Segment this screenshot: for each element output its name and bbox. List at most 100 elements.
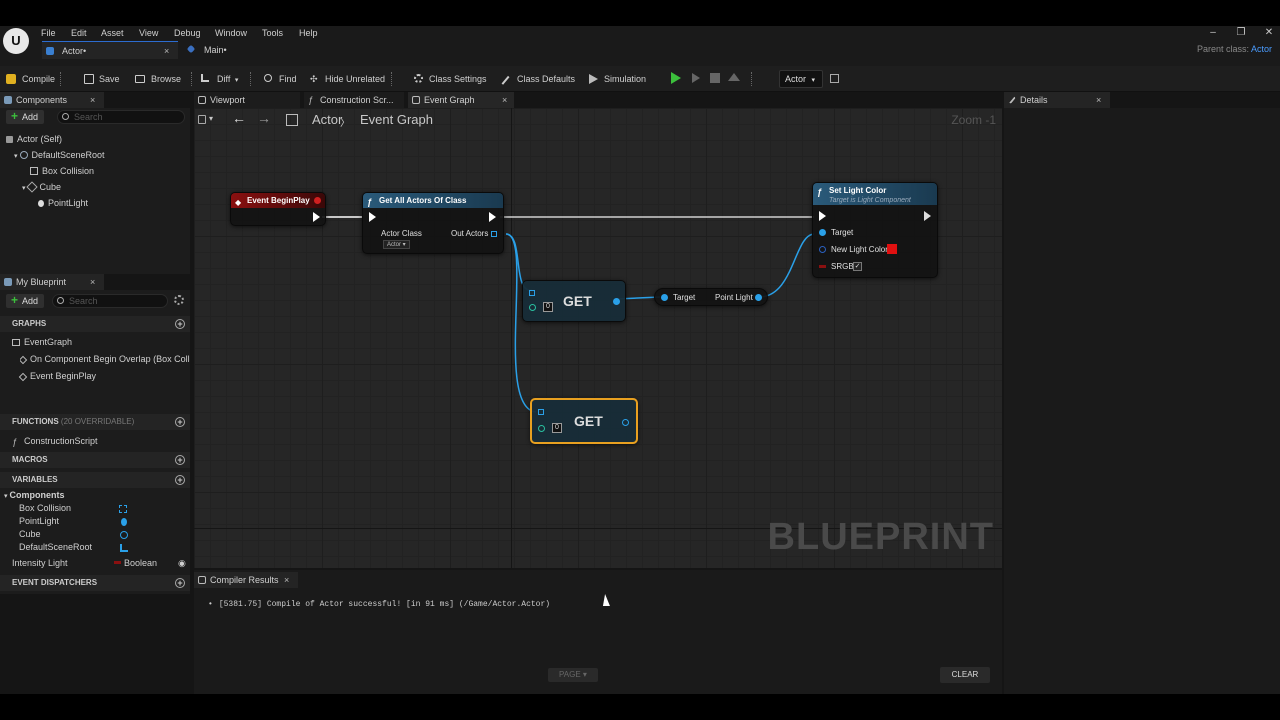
components-search-input[interactable]: Search	[57, 110, 185, 124]
close-icon[interactable]: ×	[90, 274, 95, 290]
find-button[interactable]: Find	[264, 70, 297, 88]
page-select[interactable]: PAGE ▾	[548, 668, 598, 682]
menu-view[interactable]: View	[139, 26, 158, 40]
macros-section[interactable]: MACROS +	[0, 452, 190, 468]
my-blueprint-search-input[interactable]: Search	[52, 294, 168, 308]
tab-actor[interactable]: Actor• ×	[42, 41, 178, 59]
component-actor-self[interactable]: Actor (Self)	[6, 131, 62, 147]
menu-file[interactable]: File	[41, 26, 56, 40]
select-in-level-icon[interactable]	[830, 74, 839, 83]
stop-icon[interactable]	[710, 73, 720, 83]
out-actors-array-pin[interactable]	[491, 231, 497, 237]
close-icon[interactable]: ×	[90, 92, 95, 108]
item-out-pin[interactable]	[613, 298, 620, 305]
variable-type-label[interactable]: Boolean	[124, 557, 157, 570]
eye-icon[interactable]: ◉	[178, 557, 186, 570]
minimize-button[interactable]: –	[1206, 26, 1220, 40]
exec-out-pin[interactable]	[489, 212, 496, 222]
debug-object-select[interactable]: Actor ▾	[779, 70, 823, 88]
actor-class-select[interactable]: Actor ▾	[383, 240, 410, 249]
close-icon[interactable]: ×	[1096, 92, 1101, 108]
variable-point-light[interactable]: PointLight	[19, 515, 189, 528]
tab-event-graph[interactable]: Event Graph ×	[408, 92, 514, 108]
simulation-button[interactable]: Simulation	[589, 70, 646, 88]
hide-unrelated-button[interactable]: ✣ Hide Unrelated	[310, 70, 385, 88]
add-function-icon[interactable]: +	[175, 417, 185, 427]
play-options-handle[interactable]	[751, 72, 753, 86]
add-member-button[interactable]: Add	[6, 293, 44, 308]
index-value[interactable]: 0	[543, 302, 553, 312]
tab-details[interactable]: Details ×	[1004, 92, 1110, 108]
maximize-button[interactable]: ❐	[1234, 26, 1248, 40]
variable-box-collision[interactable]: Box Collision	[19, 502, 189, 515]
array-in-pin[interactable]	[529, 290, 535, 296]
close-window-button[interactable]: ✕	[1262, 26, 1276, 40]
array-in-pin[interactable]	[538, 409, 544, 415]
hide-options-handle[interactable]	[391, 72, 393, 86]
event-dispatchers-section[interactable]: EVENT DISPATCHERS +	[0, 575, 190, 591]
add-macro-icon[interactable]: +	[175, 455, 185, 465]
tab-my-blueprint[interactable]: My Blueprint ×	[0, 274, 104, 290]
variable-default-scene-root[interactable]: DefaultSceneRoot	[19, 541, 189, 554]
class-settings-button[interactable]: Class Settings	[414, 70, 487, 88]
event-graph-canvas[interactable]: ▾ ← → Actor 〉 Event Graph Zoom -1 ◆ Even…	[194, 108, 1002, 568]
parent-class-link[interactable]: Actor	[1251, 44, 1272, 54]
compile-button[interactable]: Compile	[6, 70, 55, 88]
clear-button[interactable]: CLEAR	[940, 667, 990, 683]
menu-window[interactable]: Window	[215, 26, 247, 40]
variables-section[interactable]: VARIABLES +	[0, 472, 190, 488]
eject-icon[interactable]	[728, 73, 740, 81]
close-icon[interactable]: ×	[164, 42, 169, 60]
unreal-logo-icon[interactable]: U	[3, 28, 29, 54]
tab-main[interactable]: Main•	[184, 41, 244, 59]
tab-viewport[interactable]: Viewport	[194, 92, 300, 108]
srgb-checkbox[interactable]: ✓	[853, 262, 862, 271]
close-icon[interactable]: ×	[284, 572, 289, 588]
tab-compiler-results[interactable]: Compiler Results ×	[194, 572, 298, 588]
tab-components[interactable]: Components ×	[0, 92, 104, 108]
index-in-pin[interactable]	[529, 304, 536, 311]
target-in-pin[interactable]	[661, 294, 668, 301]
compile-options-handle[interactable]	[60, 72, 62, 86]
diff-button[interactable]: Diff ▾	[201, 70, 238, 88]
menu-tools[interactable]: Tools	[262, 26, 283, 40]
color-swatch[interactable]	[887, 244, 897, 254]
add-graph-icon[interactable]: +	[175, 319, 185, 329]
component-default-scene-root[interactable]: ▾ DefaultSceneRoot	[14, 147, 105, 163]
graph-item-eventgraph[interactable]: EventGraph	[12, 334, 72, 350]
component-cube[interactable]: ▾ Cube	[22, 179, 61, 195]
browse-button[interactable]: Browse	[135, 70, 181, 88]
menu-asset[interactable]: Asset	[101, 26, 124, 40]
node-array-get-1[interactable]: 0 GET	[522, 280, 626, 322]
menu-help[interactable]: Help	[299, 26, 318, 40]
play-icon[interactable]	[671, 72, 681, 84]
step-icon[interactable]	[692, 73, 700, 83]
node-get-all-actors[interactable]: ƒ Get All Actors Of Class Actor Class Ou…	[362, 192, 504, 254]
target-in-pin[interactable]	[819, 229, 826, 236]
exec-in-pin[interactable]	[369, 212, 376, 222]
close-icon[interactable]: ×	[502, 92, 507, 108]
color-in-pin[interactable]	[819, 246, 826, 253]
graphs-section[interactable]: GRAPHS +	[0, 316, 190, 332]
add-component-button[interactable]: Add	[6, 109, 44, 124]
component-box-collision[interactable]: Box Collision	[30, 163, 94, 179]
bool-in-pin[interactable]	[819, 265, 826, 268]
graph-item-beginplay[interactable]: Event BeginPlay	[18, 368, 96, 384]
variable-cube[interactable]: Cube	[19, 528, 189, 541]
variable-intensity-light[interactable]: Intensity Light Boolean ◉	[12, 557, 190, 570]
index-value[interactable]: 0	[552, 423, 562, 433]
class-defaults-button[interactable]: Class Defaults	[498, 70, 575, 88]
menu-edit[interactable]: Edit	[71, 26, 87, 40]
point-light-out-pin[interactable]	[755, 294, 762, 301]
tab-construction-script[interactable]: ƒ Construction Scr...	[304, 92, 404, 108]
node-event-begin-play[interactable]: ◆ Event BeginPlay	[230, 192, 326, 226]
index-in-pin[interactable]	[538, 425, 545, 432]
item-out-pin[interactable]	[622, 419, 629, 426]
node-set-light-color[interactable]: ƒ Set Light Color Target is Light Compon…	[812, 182, 938, 278]
function-item-construction[interactable]: ƒ ConstructionScript	[12, 433, 98, 449]
save-button[interactable]: Save	[84, 70, 120, 88]
add-variable-icon[interactable]: +	[175, 475, 185, 485]
node-get-point-light[interactable]: Target Point Light	[654, 288, 768, 306]
graph-item-overlap[interactable]: On Component Begin Overlap (Box Collisi	[20, 351, 190, 367]
exec-out-pin[interactable]	[313, 212, 320, 222]
